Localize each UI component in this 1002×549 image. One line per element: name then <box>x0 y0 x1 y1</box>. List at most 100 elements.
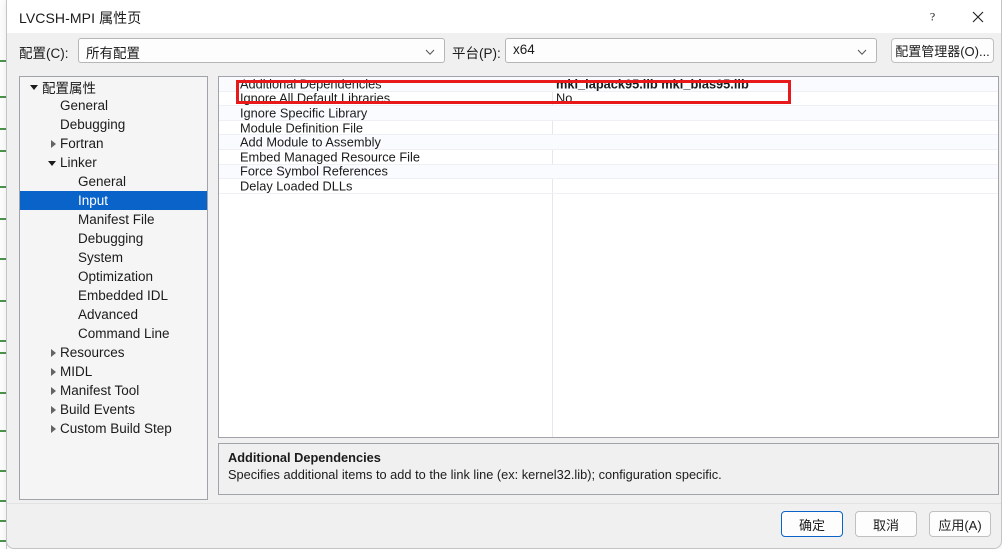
twisty-spacer-icon <box>62 324 78 343</box>
tree-item-general[interactable]: General <box>20 96 207 115</box>
property-row[interactable]: Embed Managed Resource File <box>219 149 998 165</box>
property-row[interactable]: Additional Dependencies mkl_lapack95.lib … <box>219 77 998 92</box>
platform-combobox[interactable]: x64 <box>505 38 877 63</box>
twisty-spacer-icon <box>44 115 60 134</box>
twisty-spacer-icon <box>62 267 78 286</box>
collapse-triangle-icon[interactable] <box>44 153 60 172</box>
chevron-down-icon <box>424 45 436 57</box>
tree-item-label: Custom Build Step <box>60 421 172 436</box>
tree-item-debugging[interactable]: Debugging <box>20 229 207 248</box>
tree-item-embedded-idl[interactable]: Embedded IDL <box>20 286 207 305</box>
tree-item-label: Advanced <box>78 307 139 322</box>
property-name: Ignore Specific Library <box>240 105 368 121</box>
apply-button[interactable]: 应用(A) <box>929 511 991 537</box>
tree-item-midl[interactable]: MIDL <box>20 362 207 381</box>
platform-label: 平台(P): <box>452 46 501 61</box>
chevron-down-icon <box>856 45 868 57</box>
tree-item-label: Command Line <box>78 326 170 341</box>
tree-item-debugging[interactable]: Debugging <box>20 115 207 134</box>
tree-item-optimization[interactable]: Optimization <box>20 267 207 286</box>
tree-item-custom-build-step[interactable]: Custom Build Step <box>20 419 207 438</box>
twisty-spacer-icon <box>62 248 78 267</box>
property-row[interactable]: Add Module to Assembly <box>219 135 998 150</box>
property-value[interactable]: No <box>556 91 572 106</box>
property-row[interactable]: Delay Loaded DLLs <box>219 178 998 194</box>
description-text: Specifies additional items to add to the… <box>228 467 722 482</box>
tree-item-manifest-file[interactable]: Manifest File <box>20 210 207 229</box>
tree-item-label: Manifest Tool <box>60 383 140 398</box>
tree-item-fortran[interactable]: Fortran <box>20 134 207 153</box>
twisty-spacer-icon <box>62 191 78 210</box>
expand-triangle-icon[interactable] <box>44 343 60 362</box>
twisty-spacer-icon <box>62 229 78 248</box>
tree-item-linker[interactable]: Linker <box>20 153 207 172</box>
tree-item-label: General <box>78 174 127 189</box>
screen: LVCSH-MPI 属性页 ? 配置(C): 所有配置 平台(P): x64 配… <box>0 0 1002 549</box>
property-row[interactable]: Ignore All Default Libraries No <box>219 90 998 107</box>
tree-item-manifest-tool[interactable]: Manifest Tool <box>20 381 207 400</box>
tree-item-label: Optimization <box>78 269 154 284</box>
expand-triangle-icon[interactable] <box>44 362 60 381</box>
description-title: Additional Dependencies <box>228 450 381 465</box>
footer-separator <box>7 503 1001 504</box>
property-row[interactable]: Ignore Specific Library <box>219 105 998 121</box>
expand-triangle-icon[interactable] <box>44 134 60 153</box>
tree-item-input[interactable]: Input <box>20 191 207 210</box>
tree-item-label: 配置属性 <box>42 80 96 96</box>
dialog-title: LVCSH-MPI 属性页 <box>19 10 142 26</box>
property-name: Add Module to Assembly <box>240 134 381 150</box>
twisty-spacer-icon <box>62 210 78 229</box>
tree-item-label: Resources <box>60 345 125 360</box>
twisty-spacer-icon <box>62 172 78 191</box>
property-name: Additional Dependencies <box>240 76 382 92</box>
tree-item-label: Manifest File <box>78 212 155 227</box>
dialog-titlebar: LVCSH-MPI 属性页 ? <box>7 0 1001 33</box>
configuration-combobox[interactable]: 所有配置 <box>78 38 445 63</box>
twisty-spacer-icon <box>62 305 78 324</box>
tree-item-label: System <box>78 250 124 265</box>
tree-item-label: MIDL <box>60 364 93 379</box>
property-name: Delay Loaded DLLs <box>240 178 353 194</box>
property-name: Embed Managed Resource File <box>240 149 420 165</box>
tree-item-[interactable]: 配置属性 <box>20 77 207 96</box>
tree-item-label: General <box>60 98 109 113</box>
twisty-spacer-icon <box>62 286 78 305</box>
expand-triangle-icon[interactable] <box>44 400 60 419</box>
tree-item-label: Debugging <box>60 117 126 132</box>
tree-item-system[interactable]: System <box>20 248 207 267</box>
configuration-manager-button[interactable]: 配置管理器(O)... <box>891 38 994 63</box>
property-tree[interactable]: 配置属性 General Debugging Fortran Linker General… <box>19 76 208 500</box>
configuration-value: 所有配置 <box>86 46 140 61</box>
svg-text:?: ? <box>929 10 934 23</box>
property-pages-dialog: LVCSH-MPI 属性页 ? 配置(C): 所有配置 平台(P): x64 配… <box>6 0 1002 549</box>
property-grid[interactable]: Additional Dependencies mkl_lapack95.lib … <box>218 76 999 438</box>
configuration-bar: 配置(C): 所有配置 平台(P): x64 配置管理器(O)... <box>7 33 1001 70</box>
twisty-spacer-icon <box>44 96 60 115</box>
expand-triangle-icon[interactable] <box>44 419 60 438</box>
tree-item-general[interactable]: General <box>20 172 207 191</box>
close-icon[interactable] <box>955 0 1001 33</box>
platform-value: x64 <box>513 42 535 57</box>
property-name: Ignore All Default Libraries <box>240 90 391 106</box>
property-name: Force Symbol References <box>240 163 388 179</box>
ok-button[interactable]: 确定 <box>781 511 843 537</box>
expand-triangle-icon[interactable] <box>44 381 60 400</box>
tree-item-resources[interactable]: Resources <box>20 343 207 362</box>
property-row[interactable]: Force Symbol References <box>219 163 998 180</box>
help-icon[interactable]: ? <box>909 0 955 33</box>
collapse-triangle-icon[interactable] <box>26 77 42 96</box>
tree-item-label: Fortran <box>60 136 104 151</box>
property-row[interactable]: Module Definition File <box>219 120 998 136</box>
tree-item-build-events[interactable]: Build Events <box>20 400 207 419</box>
tree-item-label: Build Events <box>60 402 136 417</box>
cancel-button[interactable]: 取消 <box>855 511 917 537</box>
tree-item-label: Embedded IDL <box>78 288 169 303</box>
property-value[interactable]: mkl_lapack95.lib mkl_blas95.lib <box>556 77 749 91</box>
configuration-label: 配置(C): <box>19 46 69 61</box>
tree-item-advanced[interactable]: Advanced <box>20 305 207 324</box>
property-name: Module Definition File <box>240 120 364 136</box>
tree-item-label: Debugging <box>78 231 144 246</box>
tree-item-label: Linker <box>60 155 97 170</box>
tree-item-command-line[interactable]: Command Line <box>20 324 207 343</box>
tree-item-label: Input <box>78 193 109 208</box>
